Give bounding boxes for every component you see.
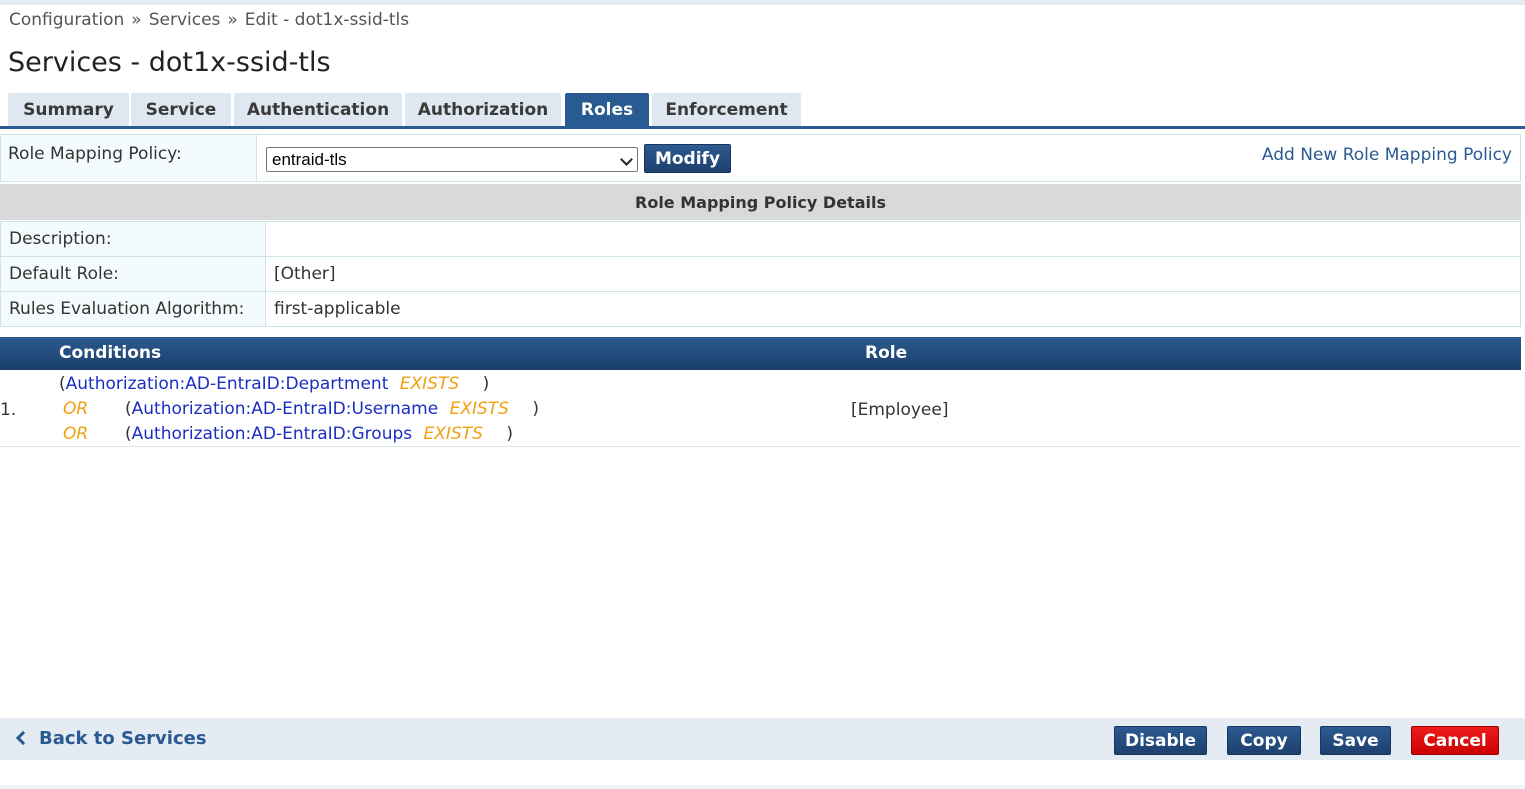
back-to-services-link[interactable]: Back to Services — [14, 728, 207, 749]
algorithm-label: Rules Evaluation Algorithm: — [1, 292, 266, 326]
modify-button[interactable]: Modify — [644, 144, 731, 173]
breadcrumb-separator: » — [227, 10, 238, 30]
role-mapping-policy-row: Role Mapping Policy: entraid-tls Modify … — [0, 134, 1521, 182]
chevron-down-icon — [620, 153, 633, 166]
tab-enforcement[interactable]: Enforcement — [652, 93, 801, 126]
condition-operator: EXISTS — [399, 374, 460, 394]
condition-close-paren: ) — [482, 374, 490, 394]
breadcrumb-separator: » — [131, 10, 142, 30]
tab-roles[interactable]: Roles — [565, 93, 649, 126]
description-label: Description: — [1, 222, 266, 256]
condition-open-paren: ( — [59, 374, 66, 394]
default-role-value: [Other] — [274, 264, 336, 284]
tab-underline — [0, 126, 1525, 129]
disable-button[interactable]: Disable — [1114, 726, 1207, 755]
rule-number: 1. — [0, 400, 17, 420]
condition-attribute: Authorization:AD-EntraID:Username — [131, 399, 439, 419]
breadcrumb-edit: Edit - dot1x-ssid-tls — [244, 10, 410, 30]
condition-operator: EXISTS — [423, 424, 483, 444]
details-row-description: Description: — [0, 221, 1521, 257]
tab-authentication[interactable]: Authentication — [234, 93, 402, 126]
condition-line: (Authorization:AD-EntraID:Department EXI… — [59, 374, 489, 394]
breadcrumb-services[interactable]: Services — [149, 10, 221, 30]
role-mapping-policy-label: Role Mapping Policy: — [1, 135, 257, 181]
tab-summary[interactable]: Summary — [8, 93, 129, 126]
chevron-left-icon — [15, 730, 31, 746]
tab-authorization[interactable]: Authorization — [405, 93, 561, 126]
role-mapping-policy-select[interactable]: entraid-tls — [266, 147, 638, 172]
role-column-header: Role — [865, 343, 908, 363]
condition-connector: OR — [63, 399, 89, 419]
condition-close-paren: ) — [506, 424, 513, 444]
condition-attribute: Authorization:AD-EntraID:Department — [65, 374, 389, 394]
tab-service[interactable]: Service — [131, 93, 231, 126]
breadcrumb-configuration[interactable]: Configuration — [9, 10, 124, 30]
bottom-divider — [0, 785, 1525, 789]
condition-line: OR (Authorization:AD-EntraID:Groups EXIST… — [63, 424, 513, 444]
save-button[interactable]: Save — [1320, 726, 1391, 755]
algorithm-value: first-applicable — [274, 299, 401, 319]
condition-line: OR (Authorization:AD-EntraID:Username EXI… — [63, 399, 539, 419]
copy-button[interactable]: Copy — [1227, 726, 1301, 755]
breadcrumb: Configuration » Services » Edit - dot1x-ssid… — [9, 10, 409, 30]
condition-open-paren: ( — [125, 399, 132, 419]
cancel-button[interactable]: Cancel — [1411, 726, 1499, 755]
policy-select-value: entraid-tls — [272, 150, 347, 169]
footer-bar: Back to Services Disable Copy Save Cance… — [0, 718, 1525, 760]
condition-operator: EXISTS — [449, 399, 509, 419]
details-row-algorithm: Rules Evaluation Algorithm: first-applic… — [0, 291, 1521, 327]
condition-close-paren: ) — [532, 399, 539, 419]
policy-details-header: Role Mapping Policy Details — [0, 184, 1521, 220]
rule-role: [Employee] — [851, 400, 949, 420]
top-bar — [0, 0, 1525, 5]
condition-open-paren: ( — [125, 424, 132, 444]
condition-connector: OR — [63, 424, 89, 444]
table-row: 1. (Authorization:AD-EntraID:Department … — [0, 371, 1521, 447]
details-row-default-role: Default Role: [Other] — [0, 256, 1521, 292]
condition-attribute: Authorization:AD-EntraID:Groups — [131, 424, 413, 444]
conditions-column-header: Conditions — [59, 343, 162, 363]
default-role-label: Default Role: — [1, 257, 266, 291]
add-new-role-mapping-policy-link[interactable]: Add New Role Mapping Policy — [1262, 145, 1512, 165]
page-title: Services - dot1x-ssid-tls — [8, 47, 331, 78]
back-to-services-label: Back to Services — [39, 728, 207, 749]
rules-table-header: Conditions Role — [0, 337, 1521, 370]
